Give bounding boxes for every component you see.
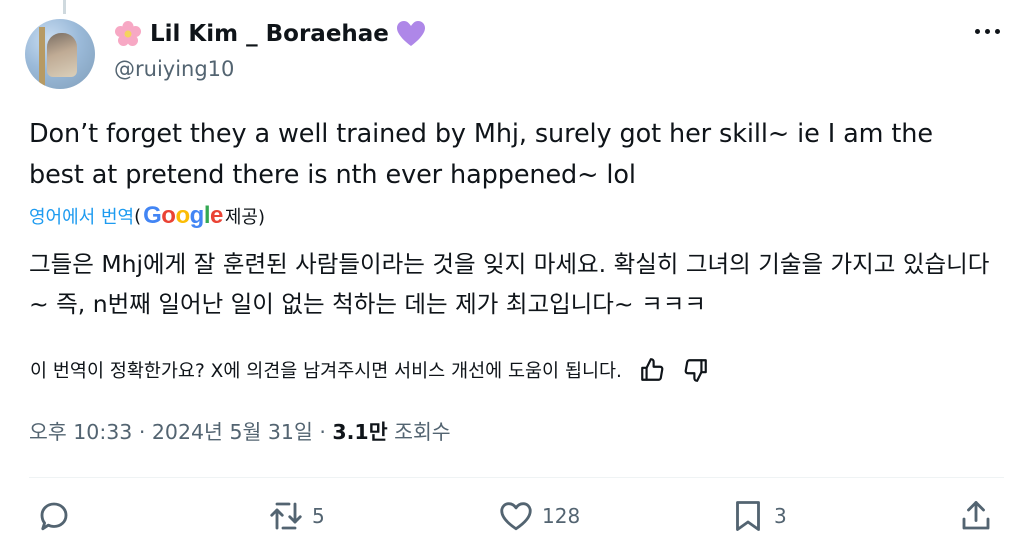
heart-icon bbox=[500, 502, 532, 531]
purple-heart-icon bbox=[396, 21, 425, 46]
retweet-count: 5 bbox=[312, 504, 325, 528]
reply-icon bbox=[40, 502, 68, 531]
share-icon bbox=[962, 501, 990, 530]
bookmark-button[interactable]: 3 bbox=[730, 498, 787, 534]
display-name[interactable]: Lil Kim _ Boraehae bbox=[150, 21, 389, 47]
action-bar: 5 128 3 bbox=[0, 498, 1024, 538]
retweet-icon bbox=[270, 502, 302, 530]
retweet-button[interactable]: 5 bbox=[268, 498, 325, 534]
views-count: 3.1만 bbox=[332, 420, 388, 444]
feedback-prompt: 이 번역이 정확한가요? X에 의견을 남겨주시면 서비스 개선에 도움이 됩니… bbox=[30, 361, 622, 382]
thumbs-down-icon[interactable] bbox=[682, 356, 710, 384]
bookmark-icon bbox=[736, 501, 760, 531]
like-button[interactable]: 128 bbox=[498, 498, 580, 534]
user-name-row[interactable]: Lil Kim _ Boraehae bbox=[114, 20, 425, 48]
tweet-meta: 오후 10:33 · 2024년 5월 31일 · 3.1만 조회수 bbox=[29, 415, 451, 445]
bookmark-count: 3 bbox=[774, 504, 787, 528]
avatar-pole bbox=[39, 27, 45, 89]
like-count: 128 bbox=[542, 504, 581, 528]
tweet-text: Don’t forget they a well trained by Mhj,… bbox=[29, 119, 933, 190]
translation-feedback: 이 번역이 정확한가요? X에 의견을 남겨주시면 서비스 개선에 도움이 됩니… bbox=[30, 356, 710, 384]
provided-by-label: 제공) bbox=[224, 207, 265, 228]
separator: · bbox=[312, 420, 333, 444]
open-paren: ( bbox=[134, 205, 142, 227]
divider bbox=[29, 477, 1004, 478]
separator: · bbox=[132, 420, 152, 444]
translate-source-link[interactable]: 영어에서 번역 bbox=[29, 203, 134, 229]
user-handle[interactable]: @ruiying10 bbox=[114, 57, 234, 81]
thread-connector-line bbox=[63, 0, 66, 14]
more-options-icon[interactable] bbox=[975, 29, 1000, 34]
avatar[interactable] bbox=[25, 19, 95, 89]
dot bbox=[995, 29, 1000, 34]
translation-attribution: 영어에서 번역 ( Google 제공) bbox=[29, 202, 265, 230]
dot bbox=[985, 29, 990, 34]
google-logo: Google bbox=[143, 202, 223, 229]
thumbs-up-icon[interactable] bbox=[638, 356, 666, 384]
reply-button[interactable] bbox=[36, 498, 80, 534]
dot bbox=[975, 29, 980, 34]
translated-text: 그들은 Mhj에게 잘 훈련된 사람들이라는 것을 잊지 마세요. 확실히 그녀… bbox=[29, 250, 990, 318]
post-date[interactable]: 2024년 5월 31일 bbox=[152, 420, 313, 444]
avatar-figure bbox=[47, 33, 77, 77]
cherry-blossom-icon bbox=[115, 21, 141, 46]
share-button[interactable] bbox=[958, 498, 994, 534]
post-time[interactable]: 오후 10:33 bbox=[29, 420, 132, 444]
views-label: 조회수 bbox=[387, 420, 451, 444]
